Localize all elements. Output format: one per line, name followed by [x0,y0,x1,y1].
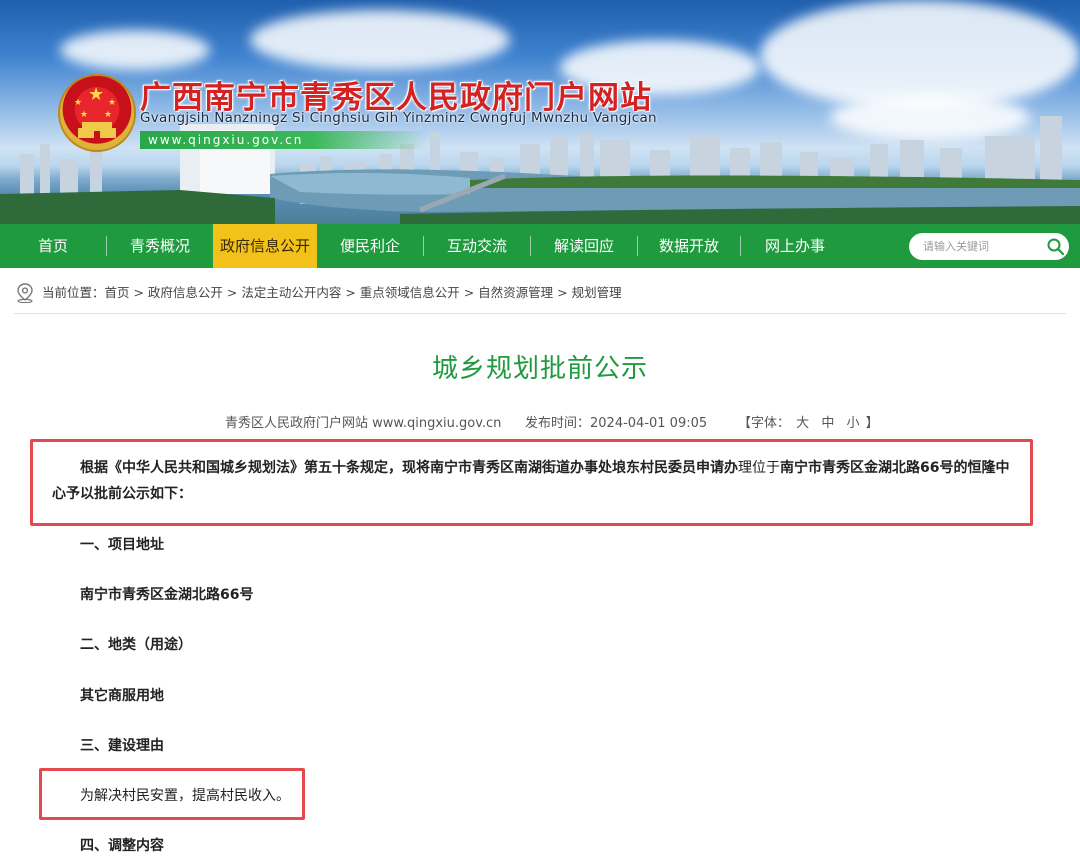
gate-icon [78,122,116,138]
intro-paragraph: 根据《中华人民共和国城乡规划法》第五十条规定，现将南宁市青秀区南湖街道办事处埌东… [52,455,1018,507]
cloud [250,10,510,70]
search-box [909,233,1069,260]
nav-item-gov-info[interactable]: 政府信息公开 [213,224,317,268]
intro-text-part1: 根据《中华人民共和国城乡规划法》第五十条规定，现将南宁市青秀区南湖街道办事处埌东… [80,460,738,476]
nav-item-interaction[interactable]: 互动交流 [424,224,530,268]
article-title: 城乡规划批前公示 [431,354,648,384]
nav-item-home[interactable]: 首页 [0,224,106,268]
site-banner: ★ ★ ★ ★ ★ 广西南宁市青秀区人民政府门户网站 Gvangjsih Nan… [0,0,1080,224]
article-publish-time: 发布时间：2024-04-01 09:05 [525,416,708,431]
section1-content: 南宁市青秀区金湖北路66号 [80,587,254,603]
national-emblem-icon: ★ ★ ★ ★ ★ [58,74,136,152]
font-medium-button[interactable]: 中 [821,416,834,431]
nav-item-online-services[interactable]: 网上办事 [741,224,849,268]
font-size-end: 】 [865,416,879,431]
nav-item-services[interactable]: 便民利企 [317,224,423,268]
search-input[interactable] [923,233,1033,260]
font-size-controls: 【字体： 大 中 小 】 [738,412,879,431]
section1-heading: 一、项目地址 [80,537,164,553]
breadcrumb-text[interactable]: 当前位置：首页 > 政府信息公开 > 法定主动公开内容 > 重点领域信息公开 >… [42,282,622,304]
section4-heading: 四、调整内容 [80,838,164,854]
nav-item-overview[interactable]: 青秀概况 [107,224,213,268]
cloud [60,30,210,70]
font-small-button[interactable]: 小 [846,416,859,431]
cloud [760,0,1080,110]
section2-content: 其它商服用地 [80,688,164,704]
divider [14,313,1066,314]
intro-text-part2: 理位于 [738,460,780,476]
section2-heading: 二、地类（用途） [80,637,192,653]
nav-item-interpretation[interactable]: 解读回应 [531,224,637,268]
article-source: 青秀区人民政府门户网站 www.qingxiu.gov.cn [225,416,502,431]
site-subtitle: Gvangjsih Nanzningz Si Cinghsiu Gih Yinz… [140,110,657,126]
nav-item-open-data[interactable]: 数据开放 [638,224,740,268]
location-pin-icon [17,283,33,303]
section3-content: 为解决村民安置，提高村民收入。 [80,788,290,804]
font-large-button[interactable]: 大 [796,416,809,431]
site-url: www.qingxiu.gov.cn [140,131,428,149]
section3-heading: 三、建设理由 [80,738,164,754]
search-icon[interactable] [1047,238,1064,255]
font-size-label: 【字体： [738,416,791,431]
